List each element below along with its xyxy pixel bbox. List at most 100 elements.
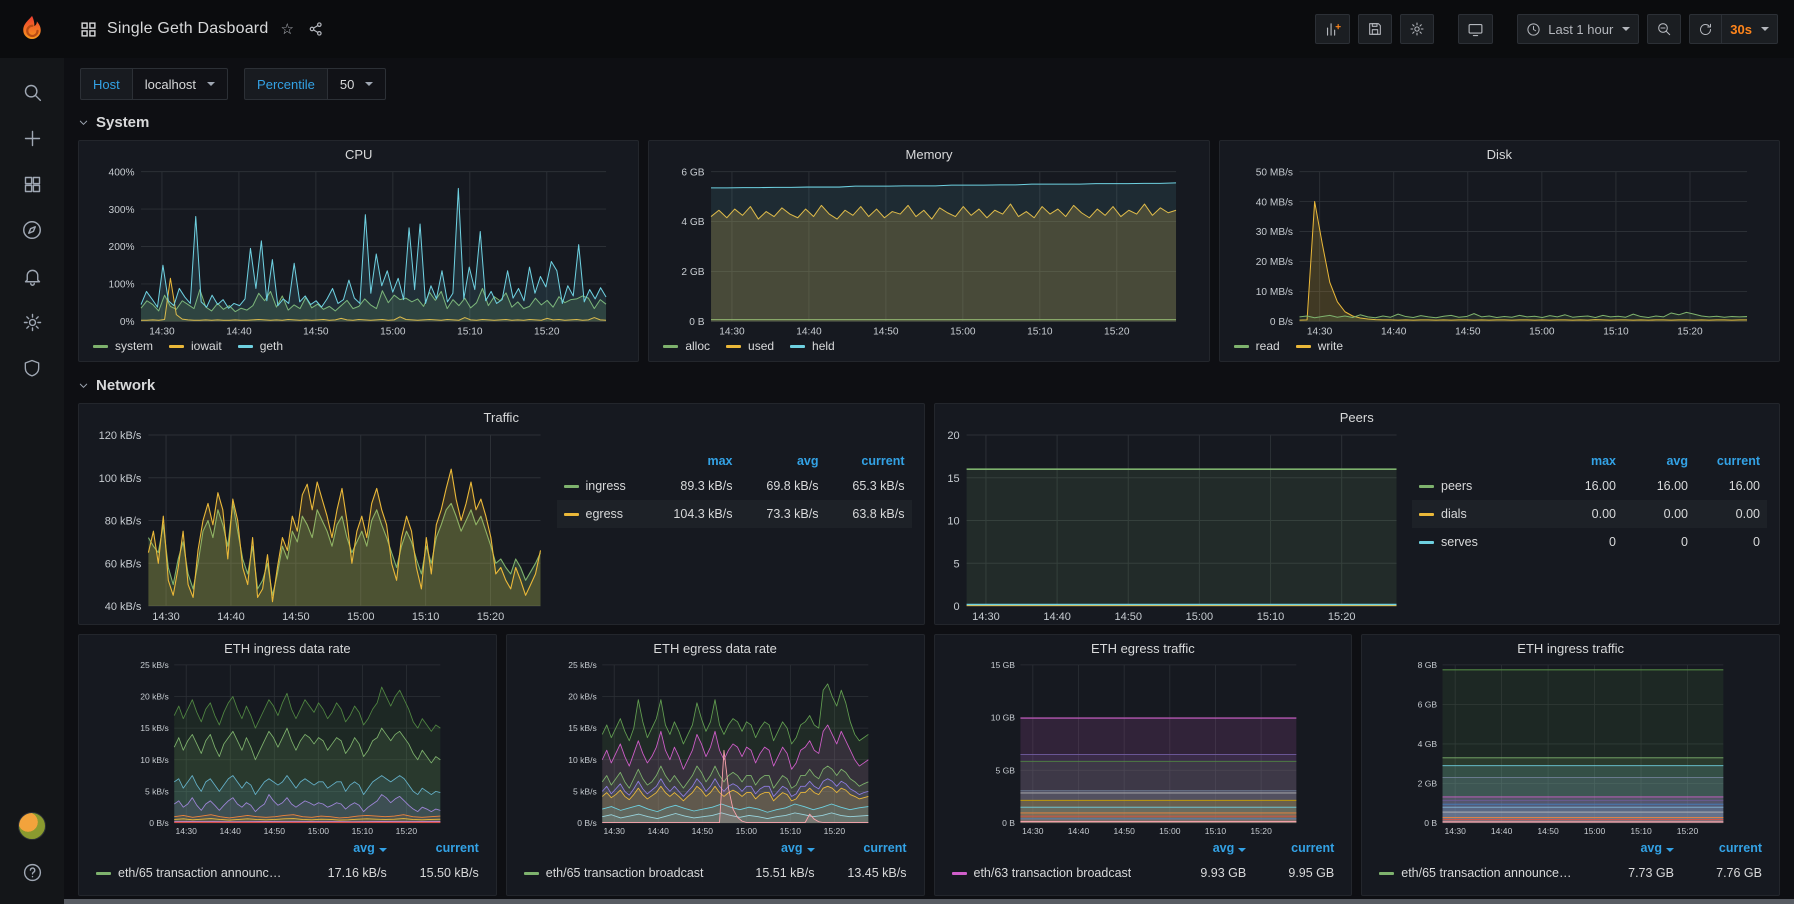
- legend-item-used[interactable]: used: [726, 339, 774, 353]
- legend-column-max[interactable]: max: [654, 450, 740, 472]
- explore-compass-icon[interactable]: [12, 214, 52, 246]
- alerting-bell-icon[interactable]: [12, 260, 52, 292]
- series-color-dash: [1296, 345, 1311, 348]
- legend-column-avg[interactable]: avg: [1623, 450, 1695, 472]
- legend-row-eth/65 transaction broadcast[interactable]: eth/65 transaction broadcast: [517, 859, 718, 887]
- legend-series-name[interactable]: ingress: [586, 479, 626, 493]
- series-color-dash: [564, 513, 579, 516]
- refresh-button[interactable]: [1689, 14, 1722, 44]
- legend-row-eth/63 transaction broadcast[interactable]: eth/63 transaction broadcast: [945, 859, 1158, 887]
- panel-title[interactable]: Traffic: [79, 404, 924, 430]
- svg-text:400%: 400%: [109, 167, 135, 178]
- legend-column-avg[interactable]: avg: [740, 450, 826, 472]
- legend-row-serves[interactable]: serves: [1412, 528, 1551, 556]
- cycle-view-button[interactable]: [1458, 14, 1493, 44]
- dashboards-icon[interactable]: [12, 168, 52, 200]
- disk-legend: read write: [1220, 338, 1779, 361]
- search-icon[interactable]: [12, 76, 52, 108]
- legend-item-write[interactable]: write: [1296, 339, 1343, 353]
- time-range-picker[interactable]: Last 1 hour: [1517, 14, 1639, 44]
- host-variable-dropdown[interactable]: localhost: [133, 68, 228, 100]
- save-dashboard-button[interactable]: [1358, 14, 1392, 44]
- horizontal-scrollbar[interactable]: [64, 899, 1794, 904]
- grafana-logo[interactable]: [0, 0, 64, 58]
- panel-title[interactable]: Disk: [1220, 141, 1779, 167]
- configuration-gear-icon[interactable]: [12, 306, 52, 338]
- svg-text:80 kB/s: 80 kB/s: [105, 516, 142, 528]
- panel-eth-ingress-data-rate: ETH ingress data rate 0 B/s5 kB/s10 kB/s…: [78, 634, 497, 896]
- legend-column-avg[interactable]: avg: [1585, 837, 1681, 859]
- percentile-variable-dropdown[interactable]: 50: [328, 68, 386, 100]
- refresh-interval-label: 30s: [1730, 22, 1752, 37]
- legend-row-ingress[interactable]: ingress: [557, 472, 654, 500]
- svg-text:15:00: 15:00: [950, 326, 976, 337]
- server-admin-shield-icon[interactable]: [12, 352, 52, 384]
- legend-item-system[interactable]: system: [93, 339, 153, 353]
- host-variable-label[interactable]: Host: [80, 68, 133, 100]
- legend-column-current[interactable]: current: [1681, 837, 1769, 859]
- add-icon[interactable]: [12, 122, 52, 154]
- legend-row-peers[interactable]: peers: [1412, 472, 1551, 500]
- legend-column-current[interactable]: current: [826, 450, 912, 472]
- svg-text:15:20: 15:20: [1677, 326, 1703, 337]
- legend-column-avg[interactable]: avg: [1157, 837, 1253, 859]
- percentile-variable-label[interactable]: Percentile: [244, 68, 328, 100]
- dashboard-scroll-area[interactable]: System CPU 0%100%200%300%400%14:3014:401…: [64, 104, 1794, 904]
- svg-text:5 GB: 5 GB: [995, 765, 1015, 775]
- legend-series-name[interactable]: eth/65 transaction announcement: [118, 866, 283, 880]
- legend-column-current[interactable]: current: [822, 837, 914, 859]
- legend-series-name[interactable]: peers: [1441, 479, 1472, 493]
- legend-item-alloc[interactable]: alloc: [663, 339, 710, 353]
- svg-text:14:30: 14:30: [1022, 826, 1044, 836]
- svg-text:15: 15: [947, 473, 959, 485]
- legend-column-avg[interactable]: avg: [718, 837, 822, 859]
- add-panel-button[interactable]: [1315, 14, 1350, 44]
- help-icon[interactable]: [12, 856, 52, 888]
- legend-row-egress[interactable]: egress: [557, 500, 654, 528]
- legend-value: 73.3 kB/s: [740, 500, 826, 528]
- legend-series-name[interactable]: eth/65 transaction broadcast: [546, 866, 704, 880]
- dashboard-settings-button[interactable]: [1400, 14, 1434, 44]
- legend-column-current[interactable]: current: [1253, 837, 1341, 859]
- memory-legend: alloc used held: [649, 338, 1208, 361]
- refresh-interval-picker[interactable]: 30s: [1722, 14, 1778, 44]
- legend-series-name[interactable]: eth/63 transaction broadcast: [974, 866, 1132, 880]
- panel-title[interactable]: Peers: [935, 404, 1780, 430]
- legend-series-name[interactable]: egress: [586, 507, 624, 521]
- row-header-system[interactable]: System: [78, 108, 1780, 136]
- legend-row-eth/65 transaction announcement[interactable]: eth/65 transaction announcement: [1372, 859, 1585, 887]
- legend-label: geth: [260, 339, 283, 353]
- legend-column-current[interactable]: current: [394, 837, 486, 859]
- panel-title[interactable]: ETH egress traffic: [935, 635, 1352, 661]
- legend-series-name[interactable]: dials: [1441, 507, 1467, 521]
- series-color-dash: [1419, 485, 1434, 488]
- zoom-out-button[interactable]: [1647, 14, 1681, 44]
- legend-series-name[interactable]: serves: [1441, 535, 1478, 549]
- legend-item-geth[interactable]: geth: [238, 339, 283, 353]
- legend-item-iowait[interactable]: iowait: [169, 339, 222, 353]
- eth-ingress-rate-chart: 0 B/s5 kB/s10 kB/s15 kB/s20 kB/s25 kB/s1…: [85, 661, 490, 837]
- panel-title[interactable]: ETH ingress data rate: [79, 635, 496, 661]
- legend-series-name[interactable]: eth/65 transaction announcement: [1401, 866, 1578, 880]
- svg-text:0 B: 0 B: [1002, 818, 1015, 828]
- legend-column-avg[interactable]: avg: [290, 837, 394, 859]
- panel-title[interactable]: Memory: [649, 141, 1208, 167]
- star-dashboard-button[interactable]: ☆: [278, 18, 295, 40]
- legend-item-held[interactable]: held: [790, 339, 835, 353]
- dashboard-title[interactable]: Single Geth Dasboard: [107, 20, 268, 38]
- panel-title[interactable]: CPU: [79, 141, 638, 167]
- svg-text:0 B/s: 0 B/s: [577, 818, 596, 828]
- legend-column-current[interactable]: current: [1695, 450, 1767, 472]
- panel-traffic: Traffic 40 kB/s60 kB/s80 kB/s100 kB/s120…: [78, 403, 925, 625]
- share-dashboard-button[interactable]: [306, 19, 326, 39]
- legend-row-dials[interactable]: dials: [1412, 500, 1551, 528]
- legend-row-eth/65 transaction announcement[interactable]: eth/65 transaction announcement: [89, 859, 290, 887]
- legend-item-read[interactable]: read: [1234, 339, 1280, 353]
- panel-cpu: CPU 0%100%200%300%400%14:3014:4014:5015:…: [78, 140, 639, 362]
- user-avatar[interactable]: [12, 810, 52, 842]
- legend-column-max[interactable]: max: [1551, 450, 1623, 472]
- panel-title[interactable]: ETH ingress traffic: [1362, 635, 1779, 661]
- row-header-network[interactable]: Network: [78, 371, 1780, 399]
- svg-text:0 B: 0 B: [1424, 818, 1437, 828]
- panel-title[interactable]: ETH egress data rate: [507, 635, 924, 661]
